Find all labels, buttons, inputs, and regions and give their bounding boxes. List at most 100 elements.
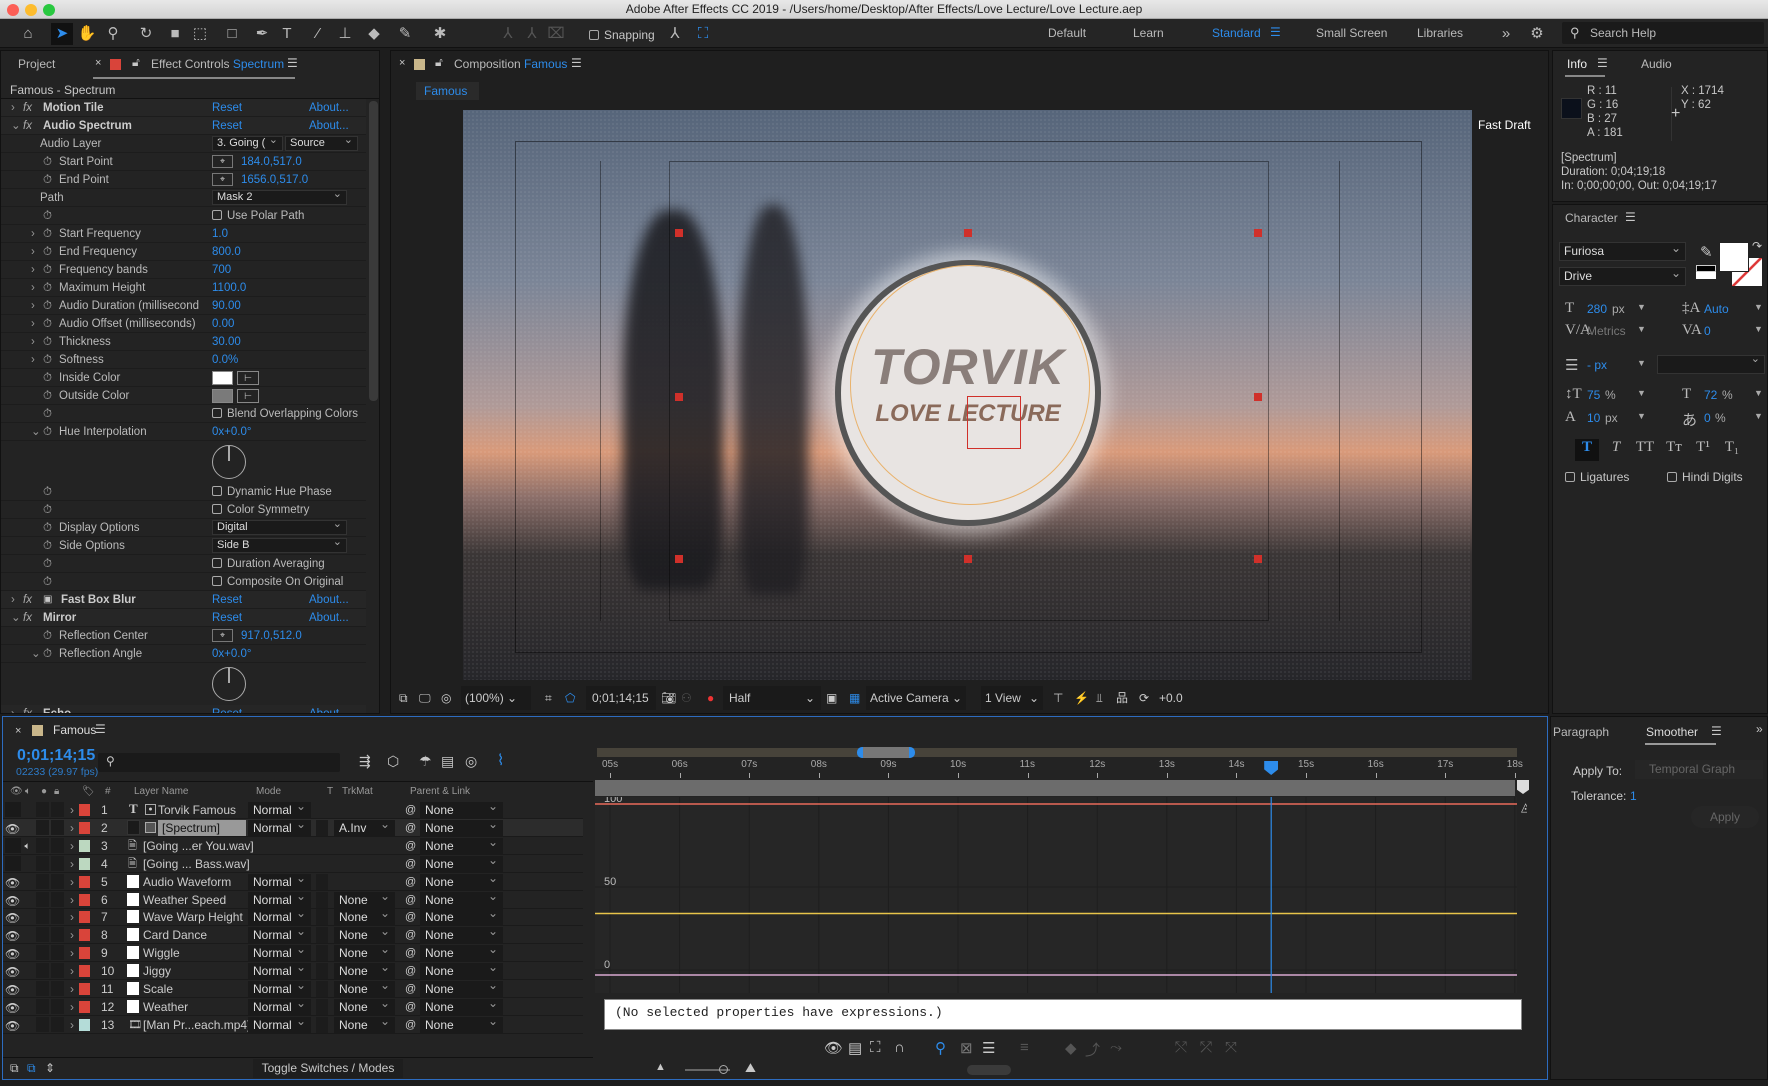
- solo-switch[interactable]: [36, 963, 49, 979]
- tab-composition[interactable]: Composition Famous: [454, 57, 567, 71]
- minimize-window-button[interactable]: [25, 4, 37, 16]
- vertical-scale-value[interactable]: 75: [1587, 388, 1600, 402]
- layer-name[interactable]: Audio Waveform: [143, 873, 231, 891]
- panel-menu-icon[interactable]: ☰: [95, 722, 106, 736]
- time-navigator[interactable]: [857, 747, 915, 758]
- work-area-bar[interactable]: [597, 748, 1517, 757]
- workspace-default[interactable]: Default: [1048, 26, 1086, 40]
- tsume-value[interactable]: 0: [1704, 411, 1711, 425]
- lock-switch[interactable]: [51, 909, 64, 925]
- stopwatch-icon[interactable]: ⏱︎: [43, 153, 52, 171]
- property-checkbox[interactable]: Duration Averaging: [212, 555, 325, 573]
- lock-switch[interactable]: [51, 873, 64, 889]
- graph-type-icon[interactable]: ▤: [848, 1039, 862, 1057]
- lock-switch[interactable]: [51, 1016, 64, 1032]
- leading-dropdown-arrow[interactable]: ▼: [1754, 302, 1763, 312]
- fx-toggle-icon[interactable]: fx: [23, 609, 32, 627]
- lock-icon[interactable]: 🔓︎: [435, 55, 443, 70]
- audio-switch[interactable]: 🔈︎: [21, 838, 34, 853]
- snap-icon[interactable]: ∩: [894, 1039, 905, 1056]
- reset-button[interactable]: Reset: [212, 705, 242, 713]
- layer-switch[interactable]: [127, 819, 140, 835]
- always-preview-icon[interactable]: ⧉: [399, 686, 408, 710]
- pick-whip-icon[interactable]: @: [405, 891, 416, 909]
- lock-switch[interactable]: [51, 998, 64, 1014]
- search-help-field[interactable]: ⚲ Search Help: [1562, 22, 1764, 44]
- audio-switch[interactable]: [21, 999, 34, 1014]
- reset-button[interactable]: Reset: [212, 591, 242, 609]
- video-switch[interactable]: 👁︎: [5, 909, 21, 925]
- pick-whip-icon[interactable]: @: [405, 801, 416, 819]
- zoom-slider[interactable]: ▲ ⛰: [655, 1060, 1255, 1077]
- video-switch[interactable]: 👁︎: [5, 1017, 21, 1033]
- subscript-button[interactable]: T₁: [1720, 439, 1744, 461]
- point-value[interactable]: 1656.0,517.0: [241, 171, 308, 189]
- property-value[interactable]: 0.00: [212, 315, 234, 333]
- lock-switch[interactable]: [51, 963, 64, 979]
- expand-chevron-icon[interactable]: ›: [31, 297, 35, 315]
- checkbox-icon[interactable]: [212, 408, 222, 418]
- baseline-shift-dropdown-arrow[interactable]: ▼: [1637, 411, 1646, 421]
- exposure-value[interactable]: +0.0: [1159, 686, 1183, 710]
- all-caps-button[interactable]: TT: [1633, 439, 1657, 461]
- audio-switch[interactable]: [21, 820, 34, 835]
- pick-whip-icon[interactable]: @: [405, 998, 416, 1016]
- label-color[interactable]: [79, 857, 90, 870]
- expression-field[interactable]: (No selected properties have expressions…: [604, 999, 1522, 1030]
- label-color[interactable]: [79, 947, 90, 960]
- solo-switch[interactable]: [36, 909, 49, 925]
- panel-menu-icon[interactable]: ☰: [1597, 56, 1608, 70]
- checkbox-icon[interactable]: [212, 486, 222, 496]
- label-color[interactable]: [79, 929, 90, 942]
- audio-switch[interactable]: [21, 981, 34, 996]
- pick-whip-icon[interactable]: @: [405, 819, 416, 837]
- solo-switch[interactable]: [36, 855, 49, 871]
- tsume-dropdown-arrow[interactable]: ▼: [1754, 411, 1763, 421]
- video-switch[interactable]: [5, 802, 21, 817]
- checkbox-icon[interactable]: [212, 558, 222, 568]
- stopwatch-icon[interactable]: ⏱︎: [43, 573, 52, 591]
- pick-whip-icon[interactable]: @: [405, 837, 416, 855]
- font-style-dropdown[interactable]: Drive: [1559, 265, 1686, 286]
- lock-switch[interactable]: [51, 927, 64, 943]
- property-checkbox[interactable]: Dynamic Hue Phase: [212, 483, 332, 501]
- stopwatch-icon[interactable]: ⏱︎: [43, 261, 52, 279]
- reset-button[interactable]: Reset: [212, 609, 242, 627]
- composition-mini-flowchart-icon[interactable]: ⇶: [359, 753, 371, 770]
- expand-chevron-icon[interactable]: ›: [31, 243, 35, 261]
- workspace-learn[interactable]: Learn: [1133, 26, 1164, 40]
- timeline-current-time[interactable]: 0;01;14;15: [17, 747, 95, 765]
- tab-project[interactable]: Project: [18, 57, 55, 71]
- layer-handle[interactable]: [1254, 229, 1262, 237]
- expand-chevron-icon[interactable]: ›: [70, 1016, 74, 1034]
- lock-icon[interactable]: 🔓︎: [132, 55, 140, 70]
- property-value[interactable]: 1.0: [212, 225, 228, 243]
- zoom-slider-thumb[interactable]: [719, 1065, 728, 1074]
- stopwatch-icon[interactable]: ⏱︎: [43, 555, 52, 573]
- tab-smoother[interactable]: Smoother: [1646, 725, 1698, 739]
- expand-chevron-icon[interactable]: ⌄: [11, 609, 21, 627]
- about-button[interactable]: About...: [309, 705, 349, 713]
- channels-icon[interactable]: ●: [707, 686, 714, 710]
- checkbox-icon[interactable]: [212, 210, 222, 220]
- solo-switch[interactable]: [36, 837, 49, 853]
- property-checkbox[interactable]: Color Symmetry: [212, 501, 309, 519]
- preserve-transparency-toggle[interactable]: [316, 927, 328, 944]
- expand-chevron-icon[interactable]: ›: [70, 908, 74, 926]
- stopwatch-icon[interactable]: ⏱︎: [43, 351, 52, 369]
- draft-3d-icon[interactable]: ⬡: [387, 753, 399, 770]
- preserve-transparency-toggle[interactable]: [316, 909, 328, 926]
- stopwatch-icon[interactable]: ⏱︎: [43, 369, 52, 387]
- separate-dimensions-icon[interactable]: ☰: [982, 1039, 995, 1057]
- stopwatch-icon[interactable]: ⏱︎: [43, 405, 52, 423]
- about-button[interactable]: About...: [309, 609, 349, 627]
- monitor-icon[interactable]: 🖵︎: [419, 686, 431, 710]
- workspace-settings-icon[interactable]: ⚙: [1526, 23, 1548, 45]
- property-dropdown[interactable]: Side B: [212, 536, 347, 553]
- superscript-button[interactable]: T¹: [1691, 439, 1715, 461]
- graph-editor-icon[interactable]: ⌇: [497, 751, 504, 769]
- preserve-transparency-toggle[interactable]: [316, 873, 328, 890]
- property-value[interactable]: 700: [212, 261, 231, 279]
- expand-chevron-icon[interactable]: ›: [70, 819, 74, 837]
- stopwatch-icon[interactable]: ⏱︎: [43, 483, 52, 501]
